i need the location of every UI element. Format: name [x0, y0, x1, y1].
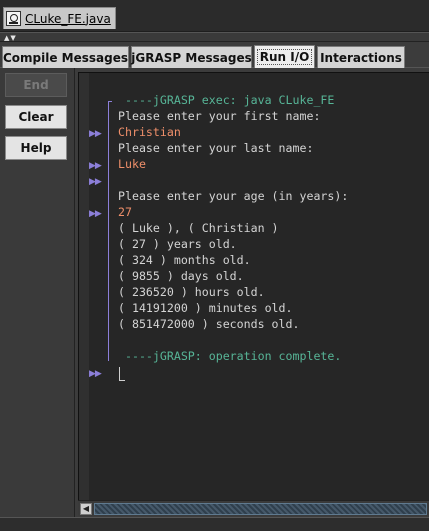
input-arrow-icon: ▶▶	[89, 161, 102, 171]
console-line: ( 9855 ) days old.	[118, 269, 244, 283]
console-line: ----jGRASP exec: java CLuke_FE	[118, 93, 335, 107]
console-line: Luke	[118, 157, 146, 171]
input-arrow-icon: ▶▶	[89, 129, 102, 139]
console-line: Please enter your last name:	[118, 141, 314, 155]
run-bracket	[108, 101, 112, 361]
console-line: ( 14191200 ) minutes old.	[118, 301, 293, 315]
console-gutter	[79, 73, 89, 514]
input-arrow-icon: ▶▶	[89, 209, 102, 219]
console-line: Please enter your first name:	[118, 109, 321, 123]
file-tab[interactable]: CLuke_FE.java	[3, 7, 116, 29]
status-bar	[0, 517, 429, 531]
tab-interactions-label: Interactions	[320, 50, 402, 65]
run-io-console[interactable]: ▶▶ ▶▶ ▶▶ ▶▶ ▶▶ ----jGRASP exec: java CLu…	[78, 72, 429, 514]
clear-button[interactable]: Clear	[5, 105, 67, 129]
input-arrow-icon: ▶▶	[89, 177, 102, 187]
scrollbar-thumb[interactable]	[94, 503, 427, 515]
scroll-left-icon[interactable]: ◀	[80, 503, 92, 515]
console-line: Please enter your age (in years):	[118, 189, 349, 203]
help-button[interactable]: Help	[5, 136, 67, 160]
splitter-bar[interactable]: ▲▼	[0, 32, 429, 42]
tab-jgrasp-messages[interactable]: jGRASP Messages	[131, 46, 252, 68]
message-tab-bar: Compile Messages jGRASP Messages Run I/O…	[0, 42, 429, 68]
java-file-icon	[6, 11, 21, 26]
console-line: ( 236520 ) hours old.	[118, 285, 265, 299]
tab-run-io-label: Run I/O	[256, 49, 313, 65]
console-line: ( Luke ), ( Christian )	[118, 221, 279, 235]
console-line: ( 324 ) months old.	[118, 253, 251, 267]
tab-interactions[interactable]: Interactions	[317, 46, 405, 68]
console-line: ( 851472000 ) seconds old.	[118, 317, 300, 331]
console-line: 27	[118, 205, 132, 219]
collapse-arrows-icon[interactable]: ▲▼	[4, 34, 17, 42]
tab-run-io[interactable]: Run I/O	[254, 45, 315, 68]
end-button[interactable]: End	[5, 73, 67, 97]
console-line: Christian	[118, 125, 181, 139]
horizontal-scrollbar[interactable]: ◀	[78, 500, 429, 516]
file-tab-label[interactable]: CLuke_FE.java	[25, 12, 111, 26]
file-title-bar: CLuke_FE.java	[0, 0, 429, 32]
console-line: ( 27 ) years old.	[118, 237, 237, 251]
tab-jgrasp-messages-label: jGRASP Messages	[131, 50, 252, 65]
tab-compile-messages[interactable]: Compile Messages	[2, 46, 129, 68]
run-controls-panel: End Clear Help	[0, 68, 75, 531]
text-cursor[interactable]	[119, 367, 125, 381]
input-arrow-icon: ▶▶	[89, 369, 102, 379]
console-line: ----jGRASP: operation complete.	[118, 349, 342, 363]
tab-compile-messages-label: Compile Messages	[2, 50, 129, 65]
